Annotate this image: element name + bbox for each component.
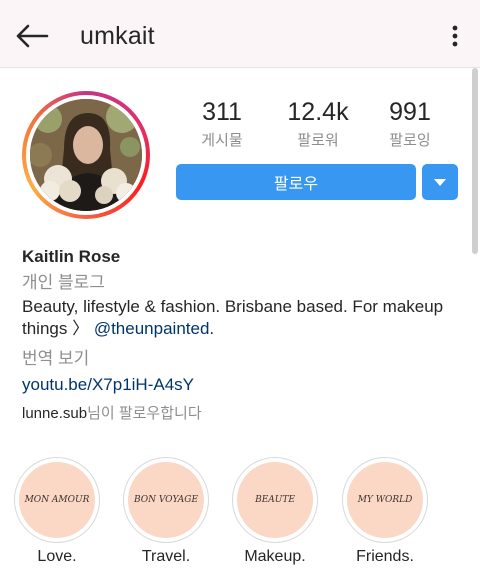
profile-bio: Beauty, lifestyle & fashion. Brisbane ba… [22, 296, 462, 340]
more-vertical-icon [452, 25, 458, 47]
profile-username: umkait [80, 22, 155, 50]
top-bar: umkait [0, 0, 480, 68]
stat-value: 12.4k [287, 98, 349, 126]
highlight-label: Love. [37, 548, 77, 565]
followed-by[interactable]: lunne.sub님이 팔로우합니다 [22, 403, 462, 425]
stat-label: 팔로워 [297, 132, 339, 149]
highlight-travel[interactable]: BON VOYAGE Travel. [121, 457, 211, 567]
highlight-label: Friends. [356, 548, 414, 565]
translate-link[interactable]: 번역 보기 [22, 348, 462, 370]
profile-full-name: Kaitlin Rose [22, 247, 121, 266]
back-button[interactable] [12, 18, 52, 54]
avatar-story-ring[interactable] [22, 91, 150, 219]
highlight-makeup[interactable]: BEAUTE Makeup. [230, 457, 320, 567]
highlight-cover: BEAUTE [237, 462, 313, 538]
stat-label: 팔로잉 [389, 132, 431, 149]
scrollbar[interactable] [472, 68, 478, 254]
highlight-love[interactable]: MON AMOUR Love. [12, 457, 102, 567]
profile-category: 개인 블로그 [22, 273, 105, 292]
stat-following[interactable]: 991 팔로잉 [362, 97, 458, 150]
followed-by-suffix: 님이 팔로우합니다 [87, 405, 202, 422]
highlight-cover: BON VOYAGE [128, 462, 204, 538]
suggestions-dropdown-button[interactable] [422, 164, 458, 200]
highlight-label: Makeup. [244, 548, 306, 565]
highlight-cover: MY WORLD [347, 462, 423, 538]
stat-followers[interactable]: 12.4k 팔로워 [270, 97, 366, 150]
avatar-photo [30, 99, 142, 211]
followed-by-user: lunne.sub [22, 405, 88, 422]
highlight-friends[interactable]: MY WORLD Friends. [340, 457, 430, 567]
stat-value: 991 [389, 98, 431, 126]
more-options-button[interactable] [440, 18, 470, 54]
stat-label: 게시물 [201, 132, 243, 149]
highlight-label: Travel. [141, 548, 191, 565]
stat-posts[interactable]: 311 게시물 [174, 97, 270, 150]
follow-button[interactable]: 팔로우 [176, 164, 416, 200]
caret-down-icon [434, 178, 446, 186]
stat-value: 311 [202, 98, 242, 126]
arrow-left-icon [16, 24, 49, 48]
profile-website-link[interactable]: youtu.be/X7p1iH-A4sY [22, 374, 462, 396]
bio-text: Beauty, lifestyle & fashion. Brisbane ba… [22, 297, 444, 338]
bio-mention-suffix: . [209, 319, 215, 338]
highlight-cover: MON AMOUR [19, 462, 95, 538]
avatar [30, 99, 142, 211]
bio-mention-link[interactable]: @theunpainted [94, 319, 210, 338]
